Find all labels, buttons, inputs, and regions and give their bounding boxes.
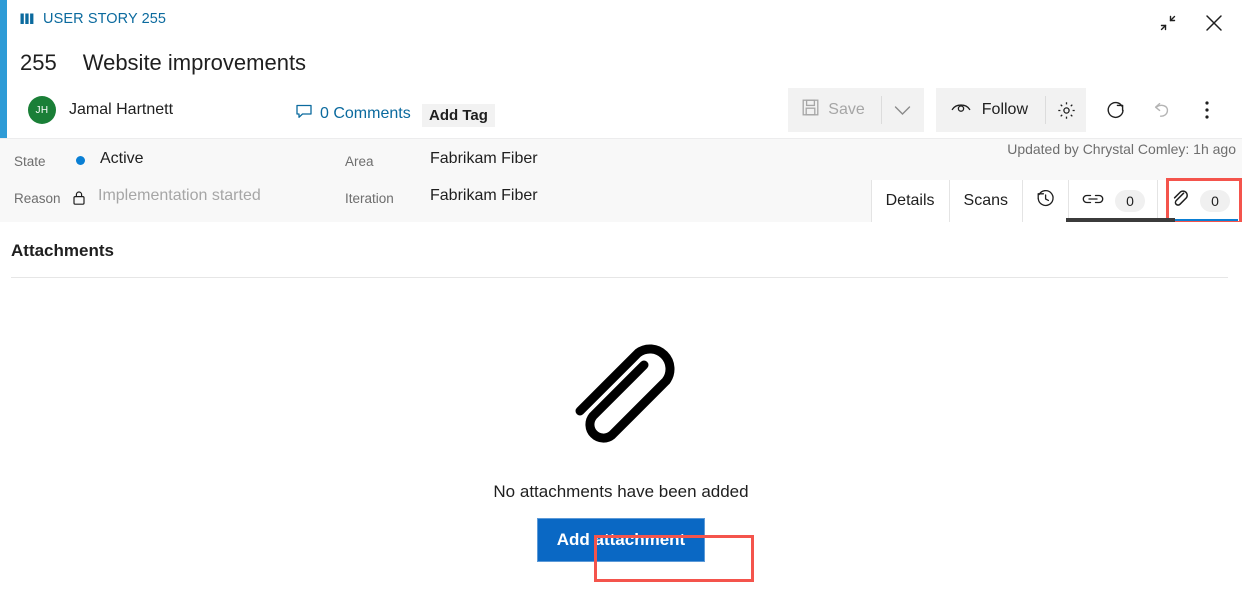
work-item-type-accent-bar bbox=[0, 0, 7, 138]
work-item-title-row: 255 Website improvements bbox=[20, 50, 306, 76]
eye-icon bbox=[951, 101, 971, 120]
attachment-icon bbox=[1170, 189, 1190, 214]
history-icon bbox=[1035, 188, 1056, 214]
work-item-title[interactable]: Website improvements bbox=[83, 50, 306, 76]
chevron-down-icon[interactable] bbox=[882, 88, 924, 132]
refresh-icon[interactable] bbox=[1092, 88, 1138, 132]
iteration-value[interactable]: Fabrikam Fiber bbox=[430, 187, 538, 205]
close-icon[interactable] bbox=[1198, 8, 1230, 38]
restore-window-icon[interactable] bbox=[1152, 8, 1184, 38]
save-label: Save bbox=[828, 101, 865, 118]
tab-attachments[interactable]: 0 bbox=[1158, 180, 1242, 222]
links-count: 0 bbox=[1115, 190, 1145, 212]
window-controls bbox=[1152, 8, 1230, 38]
work-item-tabs: Details Scans 0 0 bbox=[870, 180, 1242, 222]
save-button[interactable]: Save bbox=[788, 88, 880, 132]
tab-history[interactable] bbox=[1023, 180, 1069, 222]
state-dot bbox=[76, 156, 85, 165]
save-split-button: Save bbox=[788, 88, 924, 132]
reason-value: Implementation started bbox=[98, 187, 261, 204]
undo-icon[interactable] bbox=[1138, 88, 1184, 132]
follow-button[interactable]: Follow bbox=[936, 88, 1045, 132]
header-toolbar: Save Follow bbox=[788, 88, 1230, 132]
area-value[interactable]: Fabrikam Fiber bbox=[430, 150, 538, 168]
lock-icon bbox=[72, 190, 86, 211]
tab-details[interactable]: Details bbox=[872, 180, 950, 222]
save-icon bbox=[802, 99, 819, 121]
comments-link[interactable]: 0 Comments bbox=[296, 104, 411, 124]
assignee-name: Jamal Hartnett bbox=[69, 101, 174, 118]
user-story-icon bbox=[20, 12, 35, 26]
comments-label: 0 Comments bbox=[320, 105, 411, 122]
add-attachment-button[interactable]: Add attachment bbox=[536, 518, 706, 562]
attachments-panel: Attachments No attachments have been add… bbox=[0, 222, 1242, 603]
empty-state-text: No attachments have been added bbox=[493, 482, 749, 501]
work-item-dialog: USER STORY 255 255 Website improvements … bbox=[0, 0, 1242, 603]
avatar: JH bbox=[28, 96, 56, 124]
tab-scans[interactable]: Scans bbox=[950, 180, 1023, 222]
tab-links[interactable]: 0 bbox=[1069, 180, 1158, 222]
page-title: Attachments bbox=[11, 241, 114, 260]
breadcrumb[interactable]: USER STORY 255 bbox=[20, 11, 166, 27]
follow-label: Follow bbox=[981, 101, 1028, 118]
work-item-header: USER STORY 255 255 Website improvements … bbox=[0, 0, 1242, 138]
updated-status: Updated by Chrystal Comley: 1h ago bbox=[1007, 141, 1236, 157]
assigned-to-row[interactable]: JH Jamal Hartnett bbox=[28, 96, 173, 124]
attachments-count: 0 bbox=[1200, 190, 1230, 212]
comment-icon bbox=[296, 104, 313, 124]
add-tag-button[interactable]: Add Tag bbox=[422, 104, 495, 127]
iteration-label: Iteration bbox=[345, 191, 394, 206]
tab-details-label: Details bbox=[885, 192, 935, 209]
work-item-id: 255 bbox=[20, 50, 57, 75]
link-icon bbox=[1081, 192, 1105, 211]
follow-group: Follow bbox=[935, 88, 1086, 132]
paperclip-illustration-icon bbox=[546, 314, 696, 464]
reason-label: Reason bbox=[14, 191, 61, 206]
gear-icon[interactable] bbox=[1046, 88, 1086, 132]
breadcrumb-label: USER STORY 255 bbox=[43, 11, 167, 27]
area-label: Area bbox=[345, 154, 374, 169]
state-value[interactable]: Active bbox=[100, 150, 144, 168]
empty-state: No attachments have been added Add attac… bbox=[0, 314, 1242, 562]
section-divider bbox=[11, 277, 1228, 278]
more-options-icon[interactable] bbox=[1184, 88, 1230, 132]
state-label: State bbox=[14, 154, 46, 169]
tab-scans-label: Scans bbox=[963, 192, 1008, 209]
